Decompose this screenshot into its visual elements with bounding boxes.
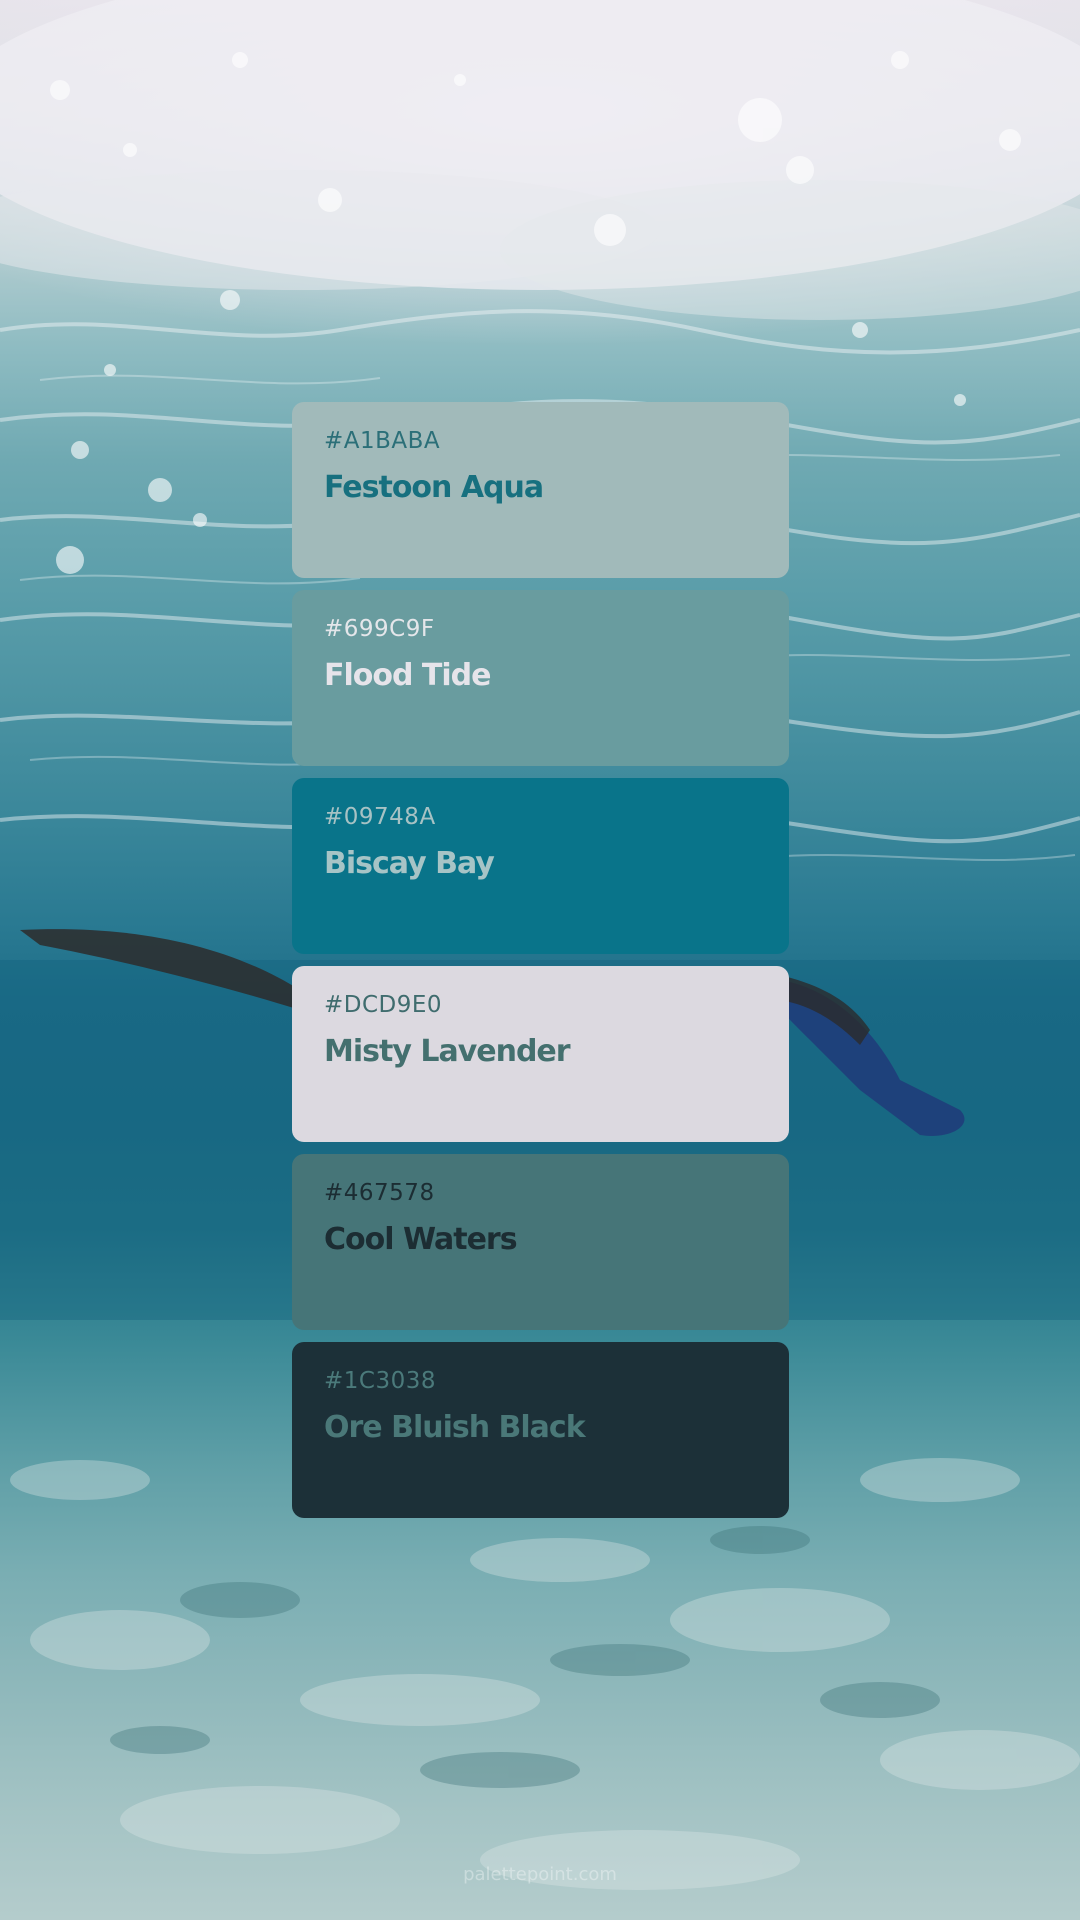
footer-watermark: palettepoint.com [463, 1864, 617, 1885]
swatch-card[interactable]: #467578 Cool Waters [292, 1154, 789, 1330]
swatch-hex-code: #699C9F [324, 616, 435, 642]
swatch-hex-code: #1C3038 [324, 1368, 436, 1394]
swatch-color-name: Misty Lavender [324, 1034, 571, 1069]
swatch-card[interactable]: #DCD9E0 Misty Lavender [292, 966, 789, 1142]
swatch-hex-code: #467578 [324, 1180, 435, 1206]
swatch-card[interactable]: #1C3038 Ore Bluish Black [292, 1342, 789, 1518]
swatch-color-name: Cool Waters [324, 1222, 518, 1257]
swatch-card[interactable]: #09748A Biscay Bay [292, 778, 789, 954]
swatch-hex-code: #DCD9E0 [324, 992, 443, 1018]
palette-swatch-list: #A1BABA Festoon Aqua #699C9F Flood Tide … [292, 402, 789, 1530]
palette-poster: #A1BABA Festoon Aqua #699C9F Flood Tide … [0, 0, 1080, 1920]
swatch-card[interactable]: #A1BABA Festoon Aqua [292, 402, 789, 578]
swatch-card[interactable]: #699C9F Flood Tide [292, 590, 789, 766]
swatch-color-name: Festoon Aqua [324, 470, 544, 505]
swatch-hex-code: #A1BABA [324, 428, 441, 454]
swatch-color-name: Flood Tide [324, 658, 491, 693]
swatch-color-name: Biscay Bay [324, 846, 495, 881]
swatch-color-name: Ore Bluish Black [324, 1410, 586, 1445]
swatch-hex-code: #09748A [324, 804, 436, 830]
